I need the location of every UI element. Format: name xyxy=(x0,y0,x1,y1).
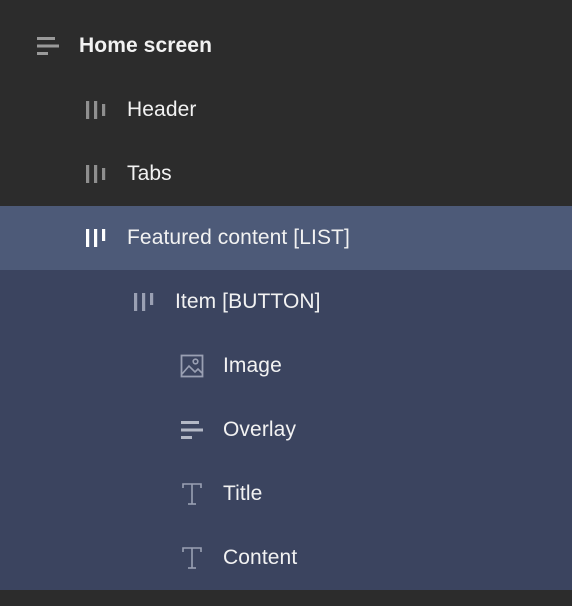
layer-row-home-screen[interactable]: Home screen xyxy=(0,14,572,78)
layer-row-content[interactable]: Content xyxy=(0,526,572,590)
frame-icon xyxy=(179,417,205,443)
layer-label: Item [BUTTON] xyxy=(175,290,321,313)
image-icon xyxy=(179,353,205,379)
horizontal-layout-icon xyxy=(83,161,109,187)
layer-row-item-button[interactable]: Item [BUTTON] xyxy=(0,270,572,334)
horizontal-layout-icon xyxy=(131,289,157,315)
horizontal-layout-icon xyxy=(83,225,109,251)
horizontal-layout-icon xyxy=(83,97,109,123)
layer-label: Tabs xyxy=(127,162,172,185)
layer-label: Featured content [LIST] xyxy=(127,226,350,249)
frame-icon xyxy=(35,33,61,59)
layer-row-featured-content[interactable]: Featured content [LIST] xyxy=(0,206,572,270)
layer-label: Title xyxy=(223,482,263,505)
layer-label: Image xyxy=(223,354,282,377)
layer-row-overlay[interactable]: Overlay xyxy=(0,398,572,462)
layer-row-header[interactable]: Header xyxy=(0,78,572,142)
layer-label: Overlay xyxy=(223,418,297,441)
text-icon xyxy=(179,481,205,507)
layers-panel: Home screen Header Tabs Featured content… xyxy=(0,0,572,606)
text-icon xyxy=(179,545,205,571)
layer-label: Header xyxy=(127,98,197,121)
layer-row-image[interactable]: Image xyxy=(0,334,572,398)
layer-label: Content xyxy=(223,546,298,569)
layer-row-tabs[interactable]: Tabs xyxy=(0,142,572,206)
layer-label: Home screen xyxy=(79,34,212,57)
layer-row-title[interactable]: Title xyxy=(0,462,572,526)
panel-footer-strip xyxy=(0,590,572,606)
